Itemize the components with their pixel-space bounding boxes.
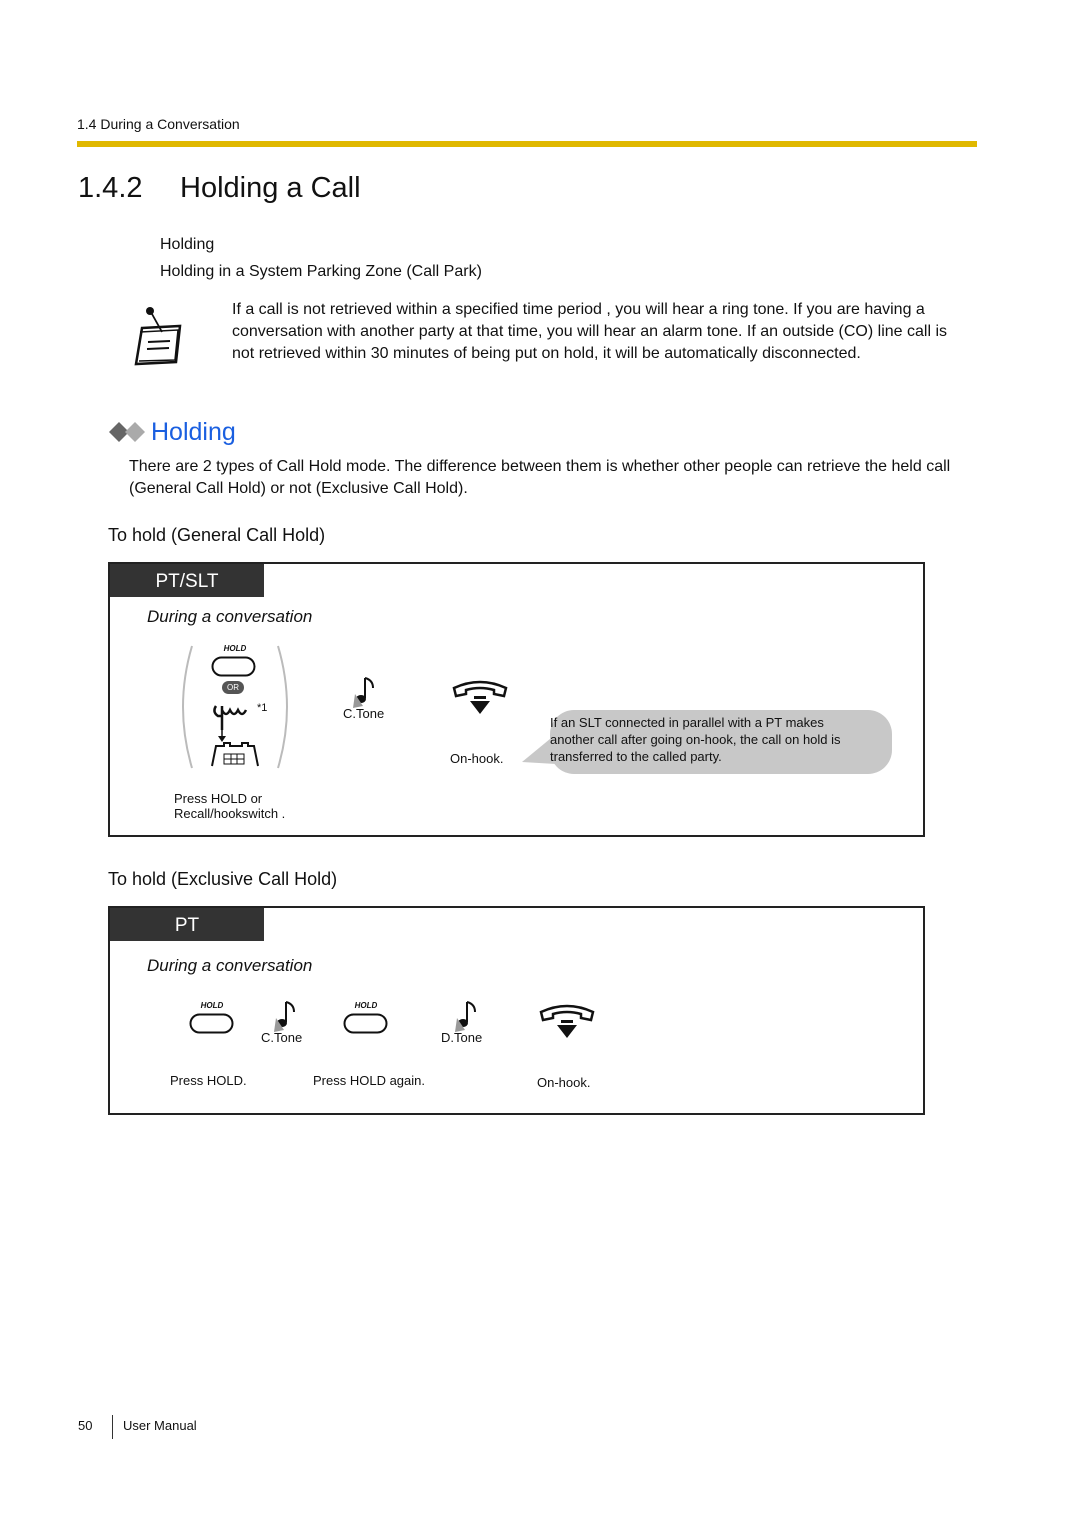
footer-doc-title: User Manual [123,1418,197,1433]
hold-key-label: HOLD [354,1001,378,1010]
breadcrumb: 1.4 During a Conversation [77,116,240,132]
notepad-icon [130,304,186,373]
header-rule [77,141,977,147]
condition-label: During a conversation [147,607,313,626]
page-title-number: 1.4.2 [78,172,143,204]
c-tone-label: C.Tone [343,706,385,721]
exclusive-hold-procedure: PT During a conversation HOLD C.Tone HOL… [108,906,925,1115]
general-hold-heading: To hold (General Call Hold) [108,525,326,545]
step1-caption: Press HOLD. [170,1073,247,1088]
step2-caption: Press HOLD again. [313,1073,425,1088]
hookswitch-icon[interactable] [210,702,260,773]
or-badge: OR [222,681,244,694]
general-hold-procedure: PT/SLT During a conversation HOLD OR *1 [108,562,925,837]
note-text: If a call is not retrieved within a spec… [232,301,948,362]
footer-divider [112,1415,113,1439]
topic-link-call-park[interactable]: Holding in a System Parking Zone (Call P… [160,263,482,281]
on-hook-icon[interactable] [537,1002,597,1049]
tab-pt: PT [110,908,264,941]
footnote-marker: *1 [257,702,268,714]
hold-button-icon[interactable] [343,1013,389,1040]
exclusive-hold-heading: To hold (Exclusive Call Hold) [108,869,338,889]
page-title: 1.4.2 Holding a Call [78,172,361,205]
on-hook-label: On-hook. [537,1075,591,1090]
section-intro: There are 2 types of Call Hold mode. The… [129,458,951,497]
parallel-slt-note: If an SLT connected in parallel with a P… [550,710,892,774]
double-diamond-icon [109,422,149,447]
hold-button-icon[interactable] [189,1013,235,1040]
tab-pt-slt: PT/SLT [110,564,264,597]
c-tone-label: C.Tone [261,1030,303,1045]
step1-caption-line2: Recall/hookswitch . [174,806,286,821]
d-tone-label: D.Tone [441,1030,483,1045]
topic-link-holding[interactable]: Holding [160,236,214,254]
page-number: 50 [78,1418,93,1433]
hold-key-label: HOLD [200,1001,224,1010]
on-hook-icon[interactable] [450,678,510,725]
step1-caption-line1: Press HOLD or [174,791,263,806]
on-hook-label: On-hook. [450,751,504,766]
section-title: Holding [151,418,236,446]
hold-button-icon[interactable] [211,656,257,683]
hold-key-label: HOLD [223,644,247,653]
condition-label: During a conversation [147,956,313,975]
page-title-text: Holding a Call [180,172,361,204]
